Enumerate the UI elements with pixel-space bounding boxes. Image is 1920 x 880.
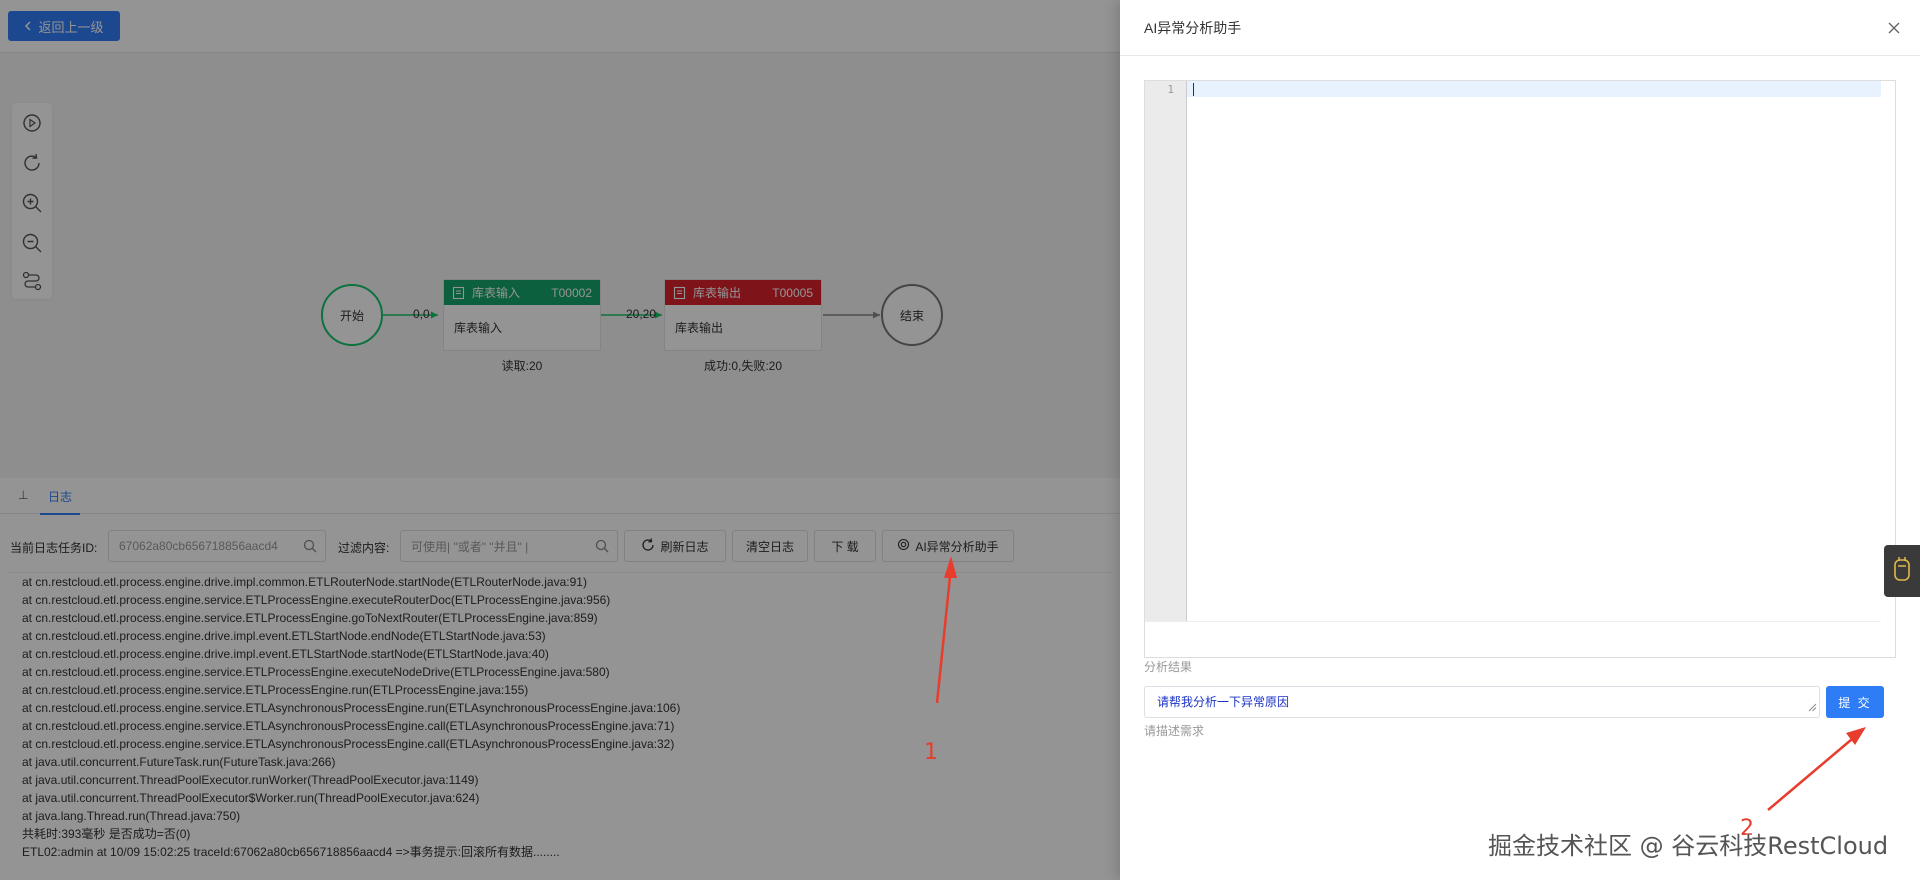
widget-icon bbox=[1892, 555, 1912, 588]
input-task-caption: 读取:20 bbox=[501, 359, 543, 373]
active-line-highlight bbox=[1187, 81, 1881, 97]
flow-edges bbox=[383, 311, 880, 319]
log-line: at java.util.concurrent.ThreadPoolExecut… bbox=[22, 791, 480, 805]
output-task-body: 库表输出 bbox=[675, 321, 724, 335]
log-line: at cn.restcloud.etl.process.engine.servi… bbox=[22, 719, 675, 733]
flow-canvas[interactable]: 开始 0,0 库表输入 T00002 库表输入 读取:20 20,20 库表输出… bbox=[0, 52, 1120, 478]
end-node[interactable]: 结束 bbox=[881, 284, 943, 346]
download-label: 下 载 bbox=[831, 539, 859, 554]
log-line: at java.util.concurrent.FutureTask.run(F… bbox=[22, 755, 336, 769]
ai-analysis-label: AI异常分析助手 bbox=[915, 539, 999, 554]
log-line: at java.util.concurrent.ThreadPoolExecut… bbox=[22, 773, 479, 787]
log-lines: at cn.restcloud.etl.process.engine.drive… bbox=[8, 573, 1112, 861]
input-task-node[interactable]: 库表输入 T00002 库表输入 bbox=[443, 279, 601, 351]
log-output[interactable]: at cn.restcloud.etl.process.engine.drive… bbox=[8, 572, 1112, 878]
log-tabs: ⊥ 日志 bbox=[0, 478, 1120, 515]
ai-analysis-button[interactable]: AI异常分析助手 bbox=[882, 530, 1014, 562]
log-line: at cn.restcloud.etl.process.engine.servi… bbox=[22, 665, 610, 679]
log-line: at cn.restcloud.etl.process.engine.drive… bbox=[22, 575, 587, 589]
filter-input[interactable]: 可使用| "或者" "并且" | bbox=[400, 530, 618, 562]
input-task-header: 库表输入 T00002 bbox=[444, 280, 600, 305]
chevron-left-icon bbox=[24, 19, 32, 34]
log-line: at cn.restcloud.etl.process.engine.servi… bbox=[22, 611, 598, 625]
prompt-textarea[interactable]: 请帮我分析一下异常原因 bbox=[1144, 686, 1820, 718]
etl-workspace: 返回上一级 开始 0,0 库表输入 T00002 库表输入 读取:20 20,2… bbox=[0, 0, 1120, 880]
log-line: at cn.restcloud.etl.process.engine.drive… bbox=[22, 647, 549, 661]
log-line: at cn.restcloud.etl.process.engine.servi… bbox=[22, 593, 611, 607]
log-line: at java.lang.Thread.run(Thread.java:750) bbox=[22, 809, 241, 823]
output-task-code: T00005 bbox=[772, 285, 813, 300]
download-button[interactable]: 下 载 bbox=[814, 530, 876, 562]
table-input-icon bbox=[452, 286, 466, 300]
editor-scroll-edge bbox=[1145, 621, 1881, 622]
side-float-widget[interactable] bbox=[1884, 545, 1920, 597]
input-task-code: T00002 bbox=[551, 285, 592, 300]
text-cursor bbox=[1193, 83, 1194, 96]
back-button[interactable]: 返回上一级 bbox=[8, 11, 120, 41]
start-node[interactable]: 开始 bbox=[321, 284, 383, 346]
prompt-value: 请帮我分析一下异常原因 bbox=[1157, 695, 1290, 709]
log-line: at cn.restcloud.etl.process.engine.drive… bbox=[22, 629, 546, 643]
log-line: 共耗时:393毫秒 是否成功=否(0) bbox=[22, 827, 191, 841]
filter-label: 过滤内容: bbox=[338, 541, 390, 555]
search-icon[interactable] bbox=[595, 539, 609, 556]
log-line: at cn.restcloud.etl.process.engine.servi… bbox=[22, 701, 681, 715]
end-node-label: 结束 bbox=[899, 308, 924, 323]
refresh-icon bbox=[641, 537, 655, 555]
refresh-log-button[interactable]: 刷新日志 bbox=[624, 530, 726, 562]
task-id-label: 当前日志任务ID: bbox=[10, 541, 98, 555]
edge-label-start-input: 0,0 bbox=[413, 307, 430, 321]
table-output-icon bbox=[673, 286, 687, 300]
watermark-text: 掘金技术社区 @ 谷云科技RestCloud bbox=[1488, 832, 1889, 860]
clear-log-button[interactable]: 清空日志 bbox=[732, 530, 808, 562]
edge-label-input-output: 20,20 bbox=[626, 307, 657, 321]
drawer-title: AI异常分析助手 bbox=[1144, 19, 1242, 36]
task-id-value: 67062a80cb656718856aacd4 bbox=[119, 539, 278, 553]
clear-log-label: 清空日志 bbox=[745, 539, 794, 554]
ai-spark-icon bbox=[897, 538, 910, 554]
log-toolbar: 当前日志任务ID: 67062a80cb656718856aacd4 过滤内容:… bbox=[0, 526, 1120, 566]
filter-placeholder: 可使用| "或者" "并且" | bbox=[411, 539, 529, 554]
result-label: 分析结果 bbox=[1144, 660, 1193, 674]
log-line: at cn.restcloud.etl.process.engine.servi… bbox=[22, 737, 675, 751]
resize-grip-icon[interactable] bbox=[1807, 701, 1817, 715]
tab-1[interactable]: ⊥ bbox=[18, 488, 28, 502]
refresh-log-label: 刷新日志 bbox=[660, 539, 709, 554]
output-task-caption: 成功:0,失败:20 bbox=[703, 359, 783, 373]
start-node-label: 开始 bbox=[339, 308, 364, 323]
input-task-body: 库表输入 bbox=[454, 321, 503, 335]
line-gutter: 1 bbox=[1145, 81, 1187, 621]
submit-button[interactable]: 提 交 bbox=[1826, 686, 1884, 718]
back-button-label: 返回上一级 bbox=[38, 19, 104, 35]
drawer-header: AI异常分析助手 bbox=[1120, 0, 1920, 56]
tab-log[interactable]: 日志 bbox=[40, 488, 81, 515]
output-task-node[interactable]: 库表输出 T00005 库表输出 bbox=[664, 279, 822, 351]
output-task-title: 库表输出 bbox=[693, 286, 742, 300]
ai-assistant-drawer: AI异常分析助手 1 分析结果 请帮我分析一下异常原因 提 交 请描述需求 bbox=[1120, 0, 1920, 880]
top-bar: 返回上一级 bbox=[0, 0, 1120, 52]
output-task-header: 库表输出 T00005 bbox=[665, 280, 821, 305]
log-line: ETL02:admin at 10/09 15:02:25 traceId:67… bbox=[22, 845, 560, 859]
log-line: at cn.restcloud.etl.process.engine.servi… bbox=[22, 683, 529, 697]
prompt-hint: 请描述需求 bbox=[1144, 724, 1205, 738]
input-task-title: 库表输入 bbox=[472, 286, 521, 300]
line-number: 1 bbox=[1167, 83, 1174, 96]
close-icon[interactable] bbox=[1886, 20, 1902, 36]
task-id-input[interactable]: 67062a80cb656718856aacd4 bbox=[108, 530, 326, 562]
annotation-number-1: 1 bbox=[924, 740, 938, 765]
result-code-editor[interactable]: 1 bbox=[1144, 80, 1896, 658]
search-icon[interactable] bbox=[303, 539, 317, 556]
